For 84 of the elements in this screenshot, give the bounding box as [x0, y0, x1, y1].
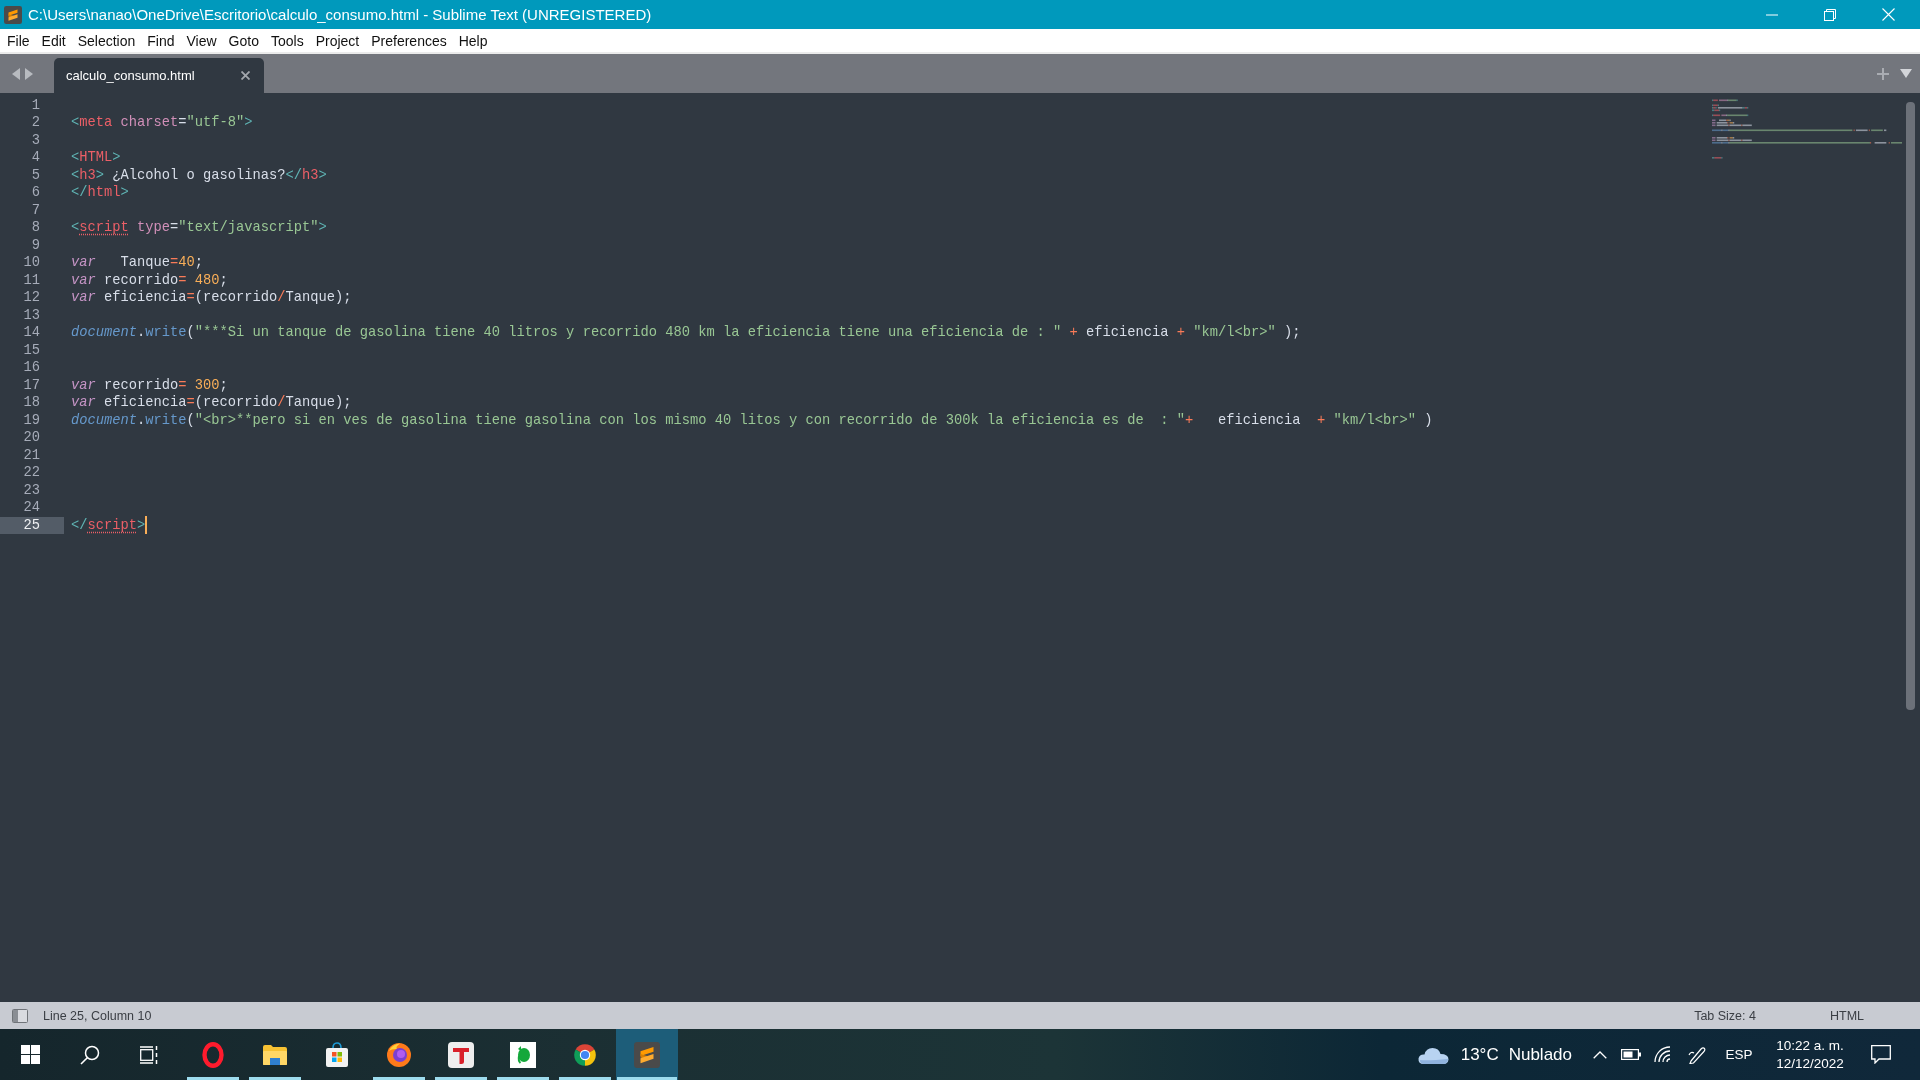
chevron-up-icon[interactable]	[1593, 1050, 1607, 1059]
code-line: document.write("***Si un tanque de gasolina tiene 40 litros y recorrido 480 km la eficiencia tiene una eficiencia de : " + eficiencia + "km/l<br>" );	[71, 324, 1301, 342]
stripes-logo-icon	[634, 1041, 660, 1068]
code-line: </html>	[71, 184, 129, 202]
window-title: C:\Users\nanao\OneDrive\Escritorio\calculo_consumo.html - Sublime Text (UNREGISTERED)	[28, 6, 653, 23]
line-number: 13	[22, 306, 41, 324]
line-number: 5	[30, 166, 41, 184]
file-tab[interactable]: calculo_consumo.html	[54, 58, 264, 93]
line-number: 4	[30, 149, 41, 167]
code-line: var Tanque=40;	[71, 254, 204, 272]
line-number: 22	[22, 464, 41, 482]
code-line: var eficiencia=(recorrido/Tanque);	[71, 394, 352, 412]
panel-toggle-icon[interactable]	[12, 1008, 28, 1023]
shopping-bag-icon	[325, 1041, 349, 1068]
menu-item[interactable]: Tools	[264, 30, 310, 51]
line-number: 11	[22, 271, 41, 289]
text-cursor	[145, 516, 148, 535]
temperature: 13°C	[1460, 1044, 1499, 1065]
language-indicator[interactable]: ESP	[1725, 1047, 1753, 1062]
line-number: 18	[22, 394, 41, 412]
minimize-icon	[1766, 13, 1778, 16]
code-line: <meta charset="utf-8">	[71, 114, 253, 132]
line-number: 19	[22, 411, 41, 429]
scrollbar-thumb[interactable]	[1906, 102, 1915, 710]
syntax-selector[interactable]: HTML	[1829, 1008, 1864, 1023]
blob-tile-icon	[510, 1041, 536, 1068]
line-number: 2	[30, 114, 41, 132]
line-number: 6	[30, 184, 41, 202]
line-number: 21	[22, 446, 41, 464]
wifi-icon[interactable]	[1654, 1046, 1672, 1063]
code-line: document.write("<br>**pero si en ves de gasolina tiene gasolina con los mismo 40 litos y con recorrido de 300k la eficiencia es de : "+ eficiencia + "km/l<br>" )	[71, 411, 1433, 429]
menu-item[interactable]: Preferences	[365, 30, 453, 51]
code-line: <h3> ¿Alcohol o gasolinas?</h3>	[71, 166, 327, 184]
weather-condition: Nublado	[1508, 1044, 1572, 1065]
line-number: 3	[30, 131, 41, 149]
menu-item[interactable]: Edit	[35, 30, 72, 51]
notification-icon[interactable]	[1871, 1045, 1891, 1064]
menu-item[interactable]: Goto	[222, 30, 265, 51]
line-number: 16	[22, 359, 41, 377]
battery-icon[interactable]	[1621, 1049, 1641, 1060]
clock-date[interactable]: 12/12/2022	[1776, 1056, 1844, 1071]
code-line: var eficiencia=(recorrido/Tanque);	[71, 289, 352, 307]
line-number: 23	[22, 481, 41, 499]
task-view-icon	[140, 1045, 160, 1064]
code-line: <script type="text/javascript">	[71, 219, 327, 237]
line-number: 24	[22, 499, 41, 517]
cursor-position: Line 25, Column 10	[43, 1008, 152, 1023]
orb-icon	[386, 1041, 412, 1068]
line-number: 25	[0, 516, 64, 534]
line-number: 12	[22, 289, 41, 307]
pen-icon[interactable]	[1688, 1045, 1706, 1064]
line-number: 1	[30, 96, 41, 114]
line-number: 14	[22, 324, 41, 342]
menu-item[interactable]: Selection	[71, 30, 142, 51]
segmented-circle-icon	[572, 1041, 598, 1068]
clock-time[interactable]: 10:22 a. m.	[1776, 1038, 1844, 1053]
windows-logo-icon	[20, 1045, 40, 1064]
code-line: var recorrido= 300;	[71, 376, 228, 394]
app-logo-icon	[4, 5, 22, 24]
code-line: var recorrido= 480;	[71, 271, 228, 289]
menu-item[interactable]: Find	[141, 30, 181, 51]
line-number: 8	[30, 219, 41, 237]
line-number: 15	[22, 341, 41, 359]
line-number: 9	[30, 236, 41, 254]
line-number: 10	[22, 254, 41, 272]
menu-item[interactable]: File	[1, 30, 36, 51]
close-icon[interactable]	[241, 71, 250, 80]
code-line: <HTML>	[71, 149, 121, 167]
t-shape-tile-icon	[448, 1041, 474, 1068]
tab-size-selector[interactable]: Tab Size: 4	[1694, 1008, 1756, 1023]
line-number: 20	[22, 429, 41, 447]
ring-icon	[202, 1041, 224, 1068]
line-number: 17	[22, 376, 41, 394]
menu-item[interactable]: View	[180, 30, 223, 51]
close-icon	[1881, 8, 1895, 21]
folder-icon	[262, 1043, 288, 1066]
taskbar-app-button[interactable]	[616, 1029, 678, 1080]
menu-item[interactable]: Project	[309, 30, 366, 51]
restore-icon	[1824, 8, 1836, 21]
dropdown-triangle-icon[interactable]	[1900, 69, 1912, 78]
code-line: </script>	[71, 516, 146, 534]
menu-item[interactable]: Help	[452, 30, 494, 51]
line-number: 7	[30, 201, 41, 219]
search-icon	[80, 1044, 100, 1065]
